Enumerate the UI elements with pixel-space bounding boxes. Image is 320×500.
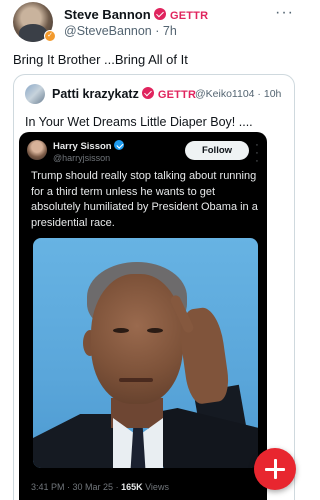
- embed-views-count: 165K: [121, 482, 143, 492]
- quote-author-name[interactable]: Patti krazykatz GETTR: [52, 87, 196, 101]
- quote-author-name-text: Patti krazykatz: [52, 87, 139, 101]
- embed-author-handle: @harryjsisson: [53, 153, 111, 163]
- embed-time: 3:41 PM: [31, 482, 65, 492]
- verified-badge-icon: [114, 140, 125, 150]
- embed-author-name-text: Harry Sisson: [53, 141, 112, 152]
- source-tag: GETTR: [169, 10, 209, 22]
- quote-handle-text: @Keiko1104: [195, 88, 255, 100]
- post-text: Bring It Brother ...Bring All of It: [13, 52, 188, 67]
- embed-text: Trump should really stop talking about r…: [31, 170, 258, 229]
- follow-button: Follow: [185, 141, 249, 160]
- embed-date: 30 Mar 25: [72, 482, 114, 492]
- post-time: 7h: [162, 24, 177, 38]
- post-header: ✓ Steve Bannon GETTR @SteveBannon · 7h ·…: [0, 0, 308, 46]
- author-name-text: Steve Bannon: [64, 7, 151, 22]
- portrait-photo: [33, 238, 258, 468]
- author-name[interactable]: Steve Bannon GETTR: [64, 7, 208, 22]
- eye-shape: [113, 328, 129, 333]
- quote-author-handle: @Keiko1104 · 10h: [195, 88, 282, 100]
- embed-author-name: Harry Sisson: [53, 140, 125, 152]
- embed-meta: 3:41 PM · 30 Mar 25 · 165K Views: [31, 482, 169, 492]
- handle-text: @SteveBannon: [64, 24, 152, 38]
- verified-badge-icon: [142, 87, 155, 99]
- quote-author-avatar[interactable]: [25, 84, 45, 104]
- more-options-icon[interactable]: ···: [275, 4, 294, 22]
- embed-more-icon: · · ·: [255, 139, 259, 167]
- verified-badge-icon: [154, 8, 167, 20]
- face-shape: [91, 274, 183, 404]
- quote-text: In Your Wet Dreams Little Diaper Boy! ..…: [25, 115, 253, 129]
- quote-time: 10h: [263, 88, 282, 100]
- quote-source-tag: GETTR: [157, 89, 197, 101]
- embed-author-avatar: [27, 140, 47, 160]
- mouth-shape: [119, 378, 153, 382]
- eye-shape: [147, 328, 163, 333]
- avatar-badge-icon: ✓: [44, 30, 56, 42]
- author-handle: @SteveBannon · 7h: [64, 24, 177, 38]
- embed-views-label: Views: [145, 482, 169, 492]
- embedded-tweet-image[interactable]: Harry Sisson @harryjsisson Follow · · · Tr…: [19, 132, 267, 500]
- compose-plus-icon[interactable]: [254, 448, 296, 490]
